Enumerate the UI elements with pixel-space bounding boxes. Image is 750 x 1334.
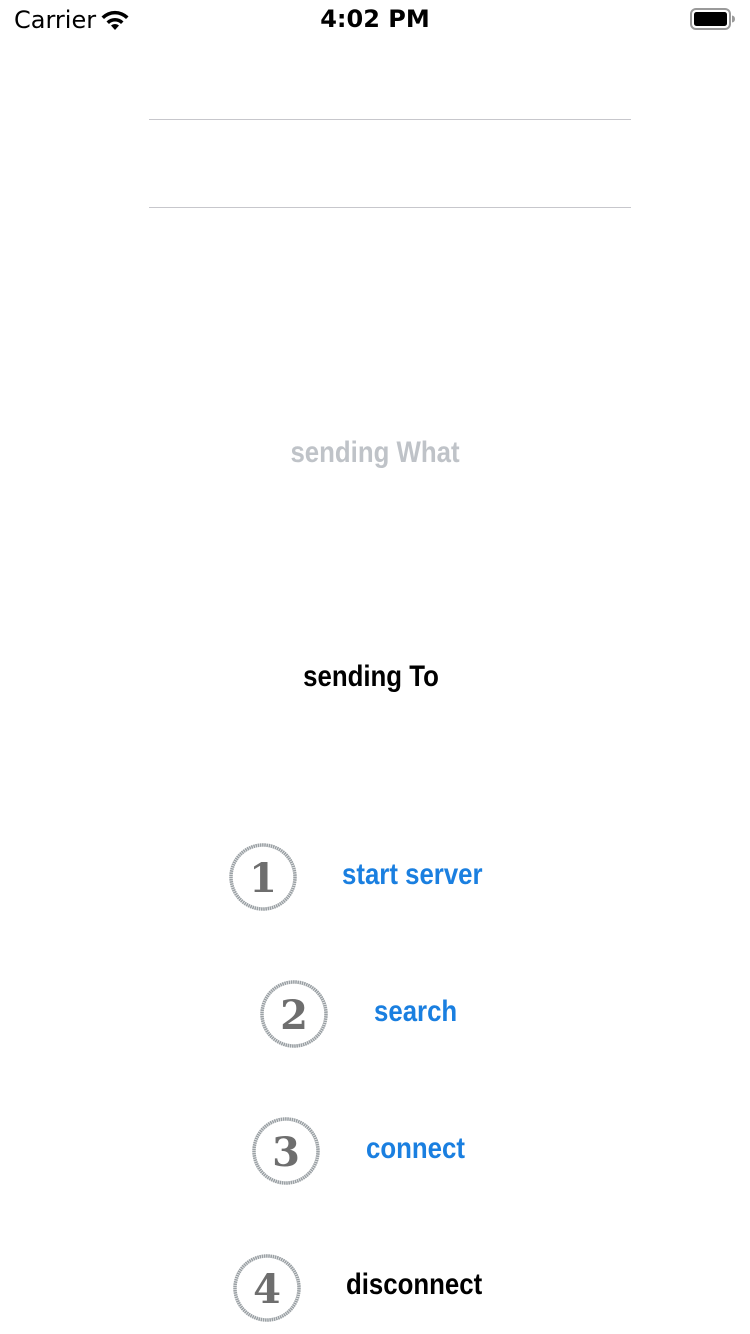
step-2-number-icon: 2 — [259, 979, 329, 1049]
field-top-divider — [149, 119, 631, 120]
message-input[interactable] — [149, 121, 635, 207]
step-2-number: 2 — [280, 992, 308, 1039]
sending-what-label: sending What — [290, 436, 460, 469]
step-1-number: 1 — [249, 855, 277, 902]
connect-button[interactable]: connect — [366, 1132, 465, 1166]
step-4-number-icon: 4 — [232, 1253, 302, 1323]
status-time: 4:02 PM — [320, 5, 430, 33]
search-button[interactable]: search — [374, 995, 457, 1029]
step-3-number-icon: 3 — [251, 1116, 321, 1186]
field-bottom-divider — [149, 207, 631, 208]
step-4-number: 4 — [253, 1266, 281, 1313]
start-server-button[interactable]: start server — [342, 858, 483, 892]
step-1-number-icon: 1 — [228, 842, 298, 912]
sending-to-label: sending To — [303, 660, 439, 693]
status-bar: Carrier 4:02 PM — [0, 0, 750, 40]
battery-icon — [690, 8, 736, 30]
step-3-number: 3 — [272, 1129, 300, 1176]
disconnect-button[interactable]: disconnect — [346, 1268, 482, 1302]
